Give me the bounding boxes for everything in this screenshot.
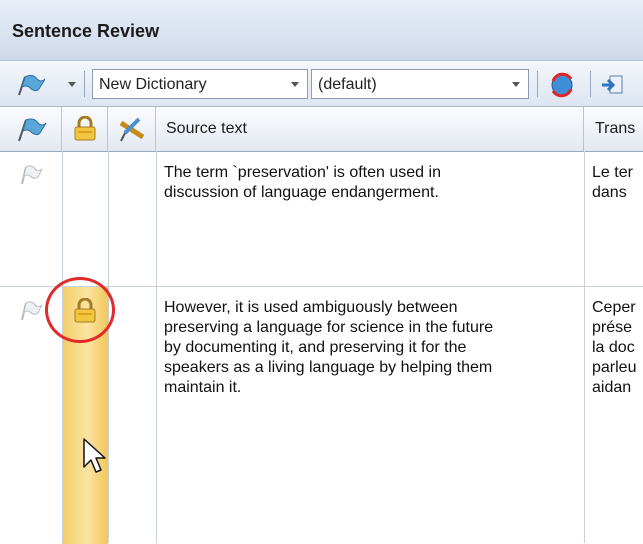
column-header-target[interactable]: Trans	[584, 107, 643, 151]
panel-titlebar: Sentence Review	[0, 0, 643, 61]
column-divider	[108, 151, 109, 543]
toolbar-separator	[537, 71, 538, 97]
target-text-line[interactable]: parleu	[592, 358, 643, 378]
pencil-flag-icon	[119, 117, 145, 142]
column-header-source[interactable]: Source text	[156, 107, 584, 151]
toolbar-separator	[84, 71, 85, 97]
column-divider	[584, 151, 585, 543]
column-header-source-label: Source text	[166, 120, 247, 137]
target-text-line[interactable]: Le ter	[592, 163, 643, 183]
flag-icon	[18, 118, 47, 142]
flag-filter-icon[interactable]	[12, 72, 48, 98]
sentence-grid: Source text Trans The term `preservation…	[0, 107, 643, 544]
target-text-line[interactable]: dans	[592, 183, 643, 203]
column-divider	[156, 151, 157, 543]
target-text-line[interactable]: la doc	[592, 338, 643, 358]
target-text-line[interactable]: prése	[592, 318, 643, 338]
source-text-line[interactable]: speakers as a living language by helping…	[164, 358, 580, 378]
mouse-cursor-icon	[83, 438, 106, 473]
column-divider	[62, 151, 63, 543]
source-text-line[interactable]: preserving a language for science in the…	[164, 318, 580, 338]
profile-select-value: (default)	[318, 76, 377, 93]
lock-icon	[74, 116, 96, 141]
source-text-line[interactable]: by documenting it, and preserving it for…	[164, 338, 580, 358]
column-header-lock[interactable]	[62, 107, 108, 151]
source-text-line[interactable]: However, it is used ambiguously between	[164, 298, 580, 318]
toolbar-separator	[590, 71, 591, 97]
chevron-down-icon[interactable]	[291, 82, 299, 87]
flag-filter-dropdown-icon[interactable]	[68, 82, 76, 87]
refresh-translate-icon[interactable]	[545, 70, 579, 100]
source-text-line[interactable]: maintain it.	[164, 378, 580, 398]
dictionary-select-value: New Dictionary	[99, 76, 207, 93]
chevron-down-icon[interactable]	[512, 82, 520, 87]
dictionary-select[interactable]: New Dictionary	[92, 69, 308, 99]
profile-select[interactable]: (default)	[311, 69, 529, 99]
column-header-target-label: Trans	[595, 120, 636, 137]
source-text-line[interactable]: The term `preservation' is often used in	[164, 163, 580, 183]
target-text-line[interactable]: Ceper	[592, 298, 643, 318]
flag-icon[interactable]	[18, 164, 44, 186]
flag-icon[interactable]	[18, 300, 44, 322]
column-header-flag[interactable]	[0, 107, 62, 151]
source-text-line[interactable]: discussion of language endangerment.	[164, 183, 580, 203]
import-icon[interactable]	[598, 72, 628, 98]
panel-title: Sentence Review	[12, 21, 160, 41]
annotation-circle	[45, 277, 115, 343]
target-text-line[interactable]: aidan	[592, 378, 643, 398]
column-header-edit[interactable]	[108, 107, 156, 151]
grid-header: Source text Trans	[0, 107, 643, 152]
